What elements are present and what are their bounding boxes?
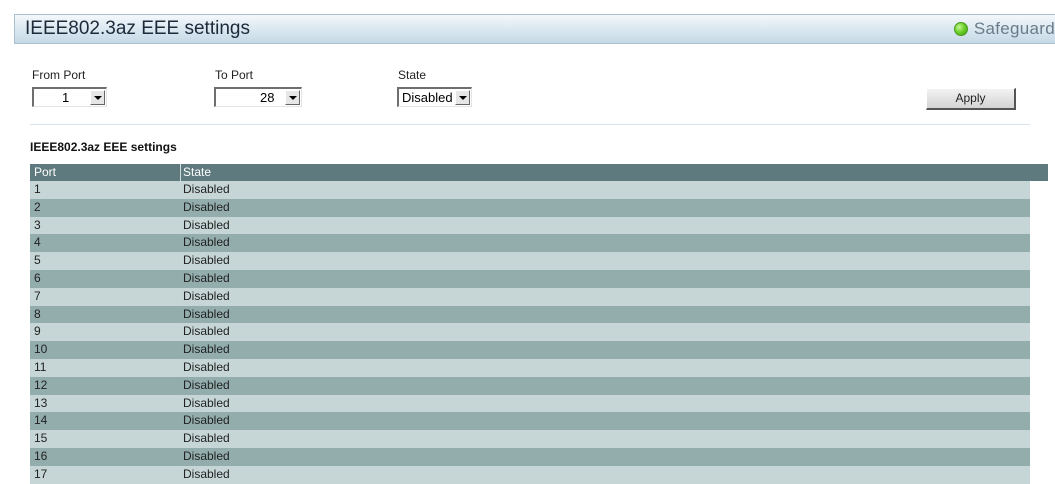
port-cell: 15 (34, 431, 48, 446)
state-cell: Disabled (183, 288, 230, 303)
state-cell: Disabled (183, 235, 230, 250)
state-cell: Disabled (183, 324, 230, 339)
state-cell: Disabled (183, 306, 230, 321)
table-row: 8 Disabled (30, 305, 1030, 324)
port-cell: 14 (34, 413, 48, 428)
state-cell: Disabled (183, 253, 230, 268)
from-port-select[interactable]: 1 (32, 87, 107, 107)
table-row: 15 Disabled (30, 430, 1030, 448)
column-header-state: State (180, 164, 1048, 181)
to-port-value: 28 (260, 90, 275, 105)
state-cell: Disabled (183, 342, 230, 357)
state-cell: Disabled (183, 199, 230, 214)
title-bar: IEEE802.3az EEE settings Safeguard (14, 14, 1055, 44)
state-cell: Disabled (183, 217, 230, 232)
chevron-down-icon[interactable] (90, 90, 105, 105)
state-cell: Disabled (183, 431, 230, 446)
table-row: 1 Disabled (30, 181, 1030, 199)
table-row: 6 Disabled (30, 269, 1030, 288)
state-cell: Disabled (183, 270, 230, 285)
table-row: 16 Disabled (30, 447, 1030, 466)
column-header-port: Port (34, 165, 57, 179)
port-cell: 11 (34, 359, 47, 374)
port-cell: 7 (34, 288, 41, 303)
state-cell: Disabled (183, 395, 230, 410)
section-title: IEEE802.3az EEE settings (30, 140, 177, 154)
port-cell: 16 (34, 448, 48, 463)
state-cell: Disabled (183, 182, 230, 196)
port-cell: 4 (34, 235, 41, 250)
table-row: 13 Disabled (30, 394, 1030, 413)
port-cell: 10 (34, 342, 48, 357)
port-cell: 9 (34, 324, 41, 339)
port-cell: 3 (34, 217, 41, 232)
table-row: 12 Disabled (30, 376, 1030, 395)
table-header: Port State (30, 164, 1048, 181)
eee-settings-table: Port State 1 Disabled 2 Disabled 3 Disabled 4 D… (30, 164, 1048, 484)
safeguard-label: Safeguard (973, 19, 1055, 38)
chevron-down-icon[interactable] (455, 90, 470, 105)
table-row: 10 Disabled (30, 341, 1030, 359)
to-port-select[interactable]: 28 (214, 87, 302, 107)
state-cell: Disabled (183, 448, 230, 463)
status-dot-icon (953, 22, 968, 36)
to-port-label: To Port (215, 68, 254, 82)
state-value: Disabled (402, 90, 453, 105)
apply-button[interactable]: Apply (926, 88, 1016, 110)
state-select[interactable]: Disabled (397, 87, 472, 107)
table-row: 2 Disabled (30, 198, 1030, 217)
state-cell: Disabled (183, 359, 230, 374)
state-cell: Disabled (183, 377, 230, 392)
page-title: IEEE802.3az EEE settings (25, 18, 250, 39)
table-row: 11 Disabled (30, 358, 1030, 377)
table-row: 3 Disabled (30, 216, 1030, 235)
table-row: 5 Disabled (30, 252, 1030, 270)
table-row: 4 Disabled (30, 234, 1030, 253)
port-cell: 12 (34, 377, 48, 392)
port-cell: 1 (34, 182, 41, 196)
port-cell: 13 (34, 395, 48, 410)
port-cell: 8 (34, 306, 41, 321)
state-label: State (398, 68, 427, 82)
safeguard-indicator[interactable]: Safeguard (953, 19, 1055, 39)
state-cell: Disabled (183, 413, 230, 428)
port-cell: 6 (34, 270, 41, 285)
divider (30, 124, 1030, 125)
port-cell: 2 (34, 199, 41, 214)
chevron-down-icon[interactable] (285, 90, 300, 105)
table-row: 9 Disabled (30, 323, 1030, 342)
table-row: 14 Disabled (30, 412, 1030, 431)
from-port-label: From Port (32, 68, 86, 82)
table-row: 7 Disabled (30, 287, 1030, 306)
table-body: 1 Disabled 2 Disabled 3 Disabled 4 Disabled 5 Dis… (30, 181, 1048, 484)
port-cell: 5 (34, 253, 41, 268)
from-port-value: 1 (62, 90, 70, 105)
